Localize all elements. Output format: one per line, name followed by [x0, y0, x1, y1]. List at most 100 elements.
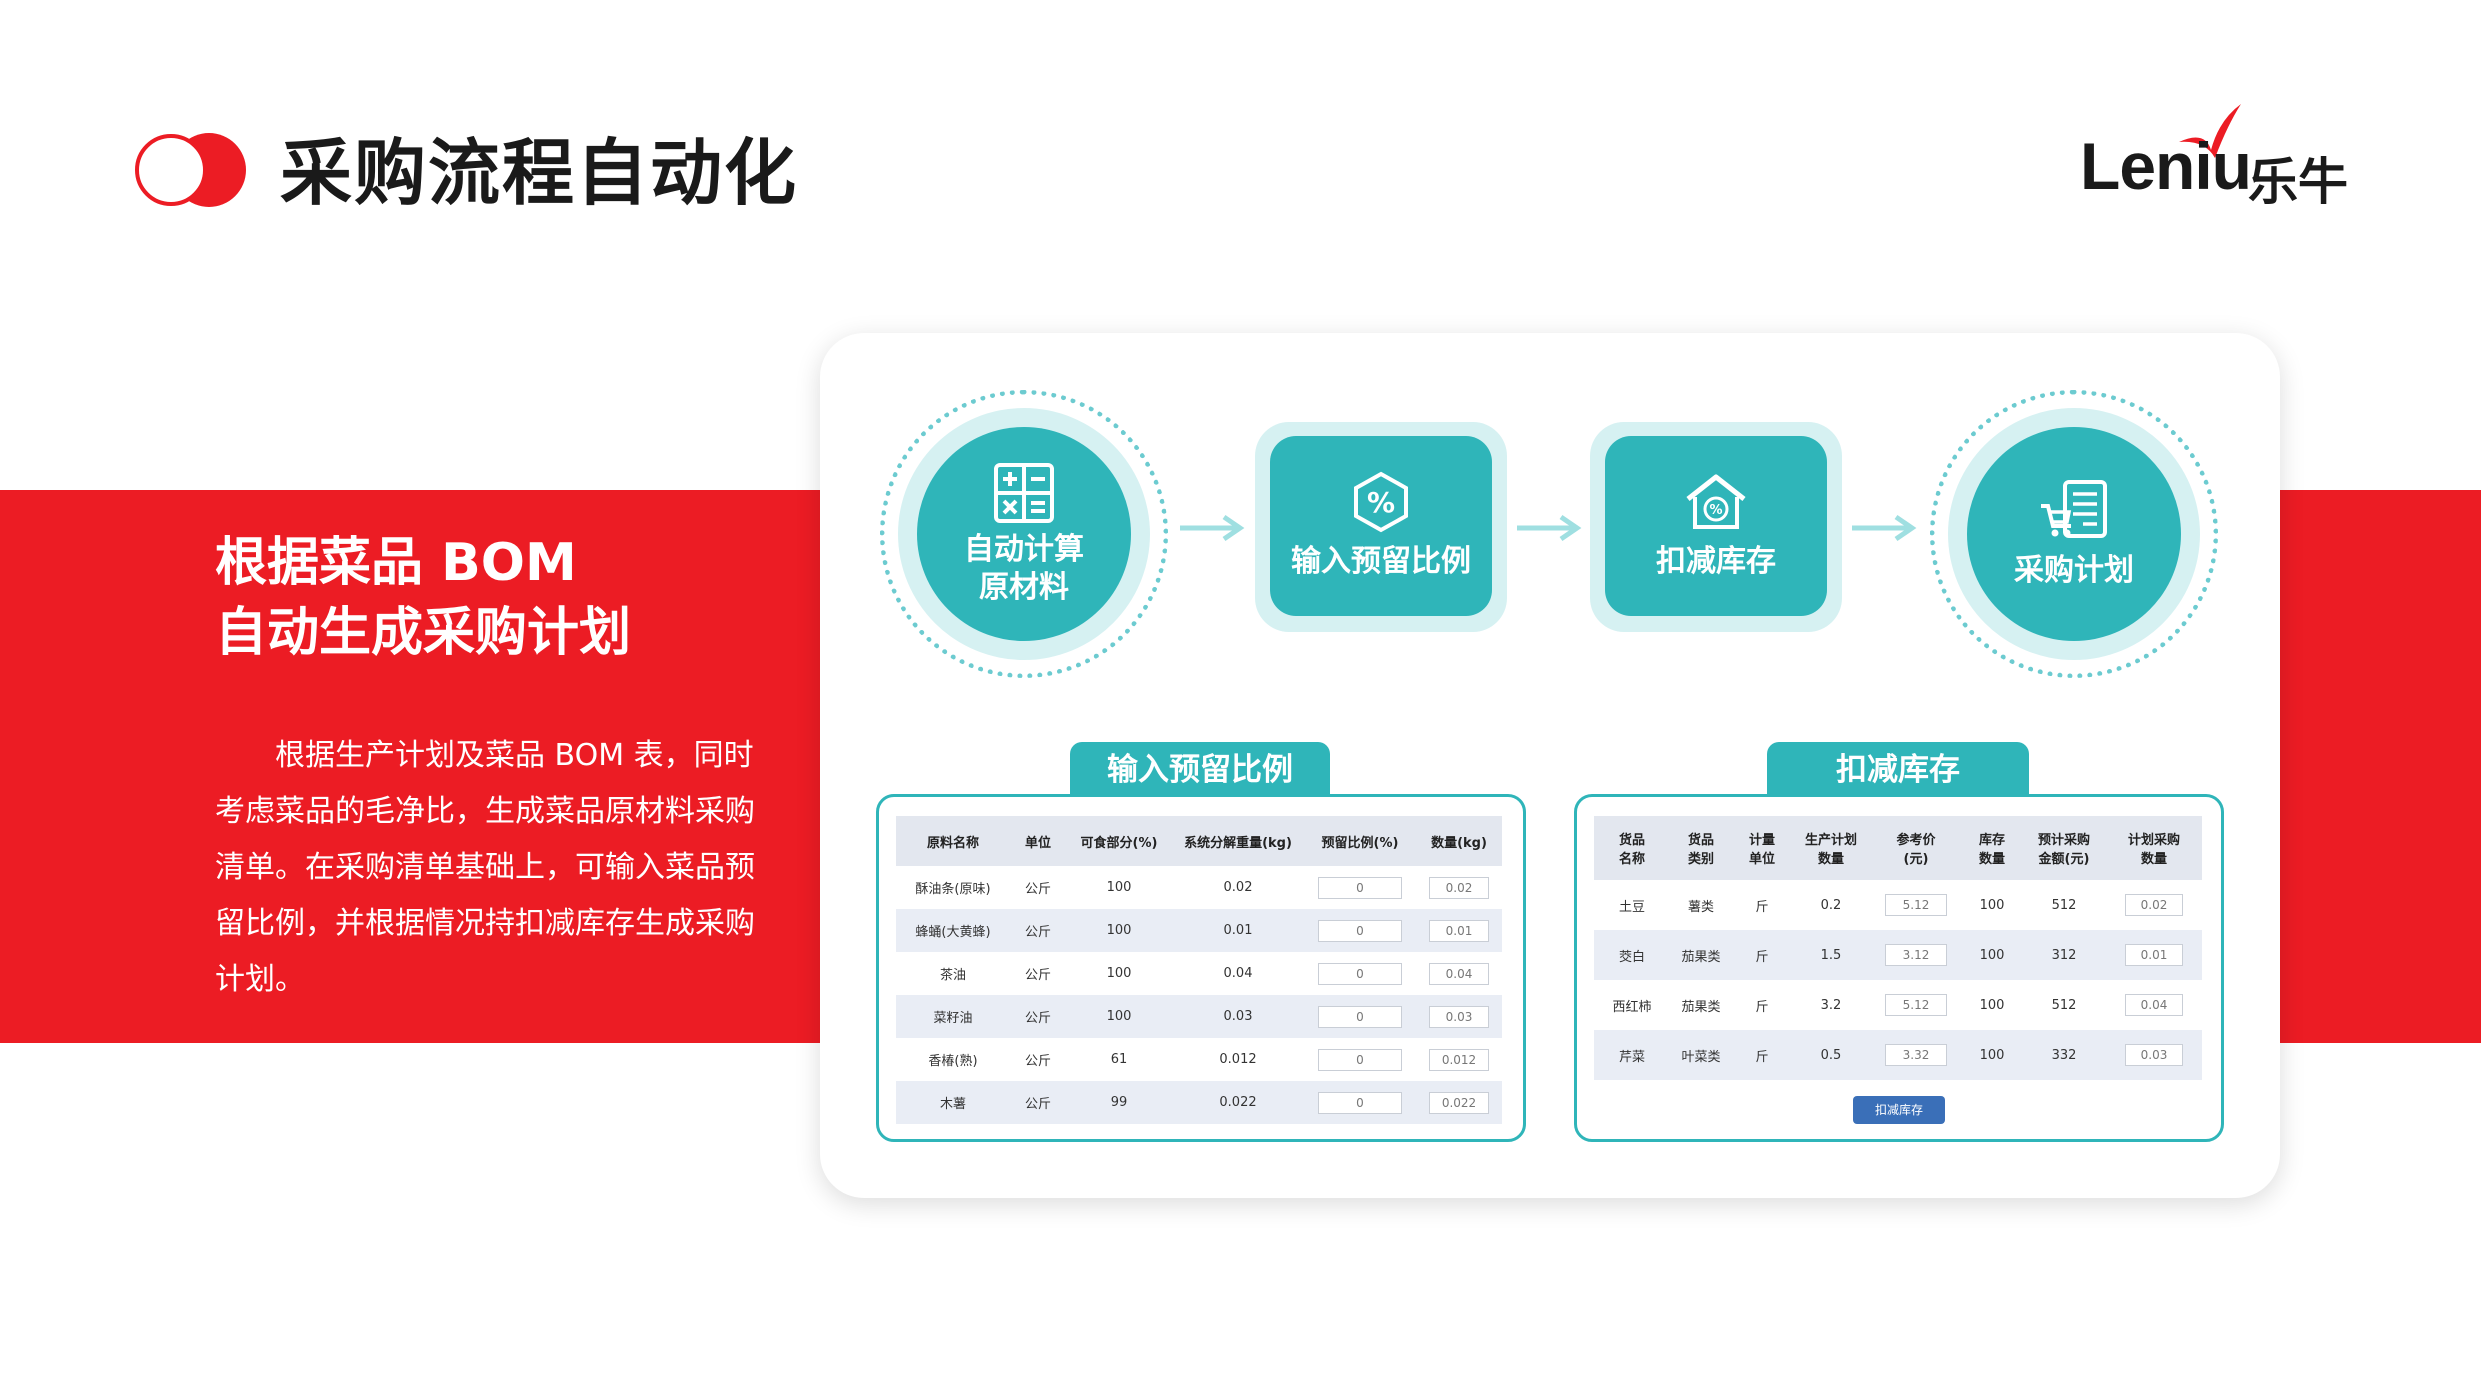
table-row: 西红柿 茄果类 斤 3.2 5.12 100 512 0.04	[1594, 980, 2202, 1030]
col-header: 生产计划 数量	[1792, 816, 1870, 880]
col-header-line: 库存	[1978, 833, 2005, 848]
cell-edible: 100	[1106, 966, 1132, 981]
purchase-input[interactable]: 0.01	[2125, 944, 2183, 966]
purchase-input[interactable]: 0.03	[2125, 1044, 2183, 1066]
reserve-table: 原料名称 单位 可食部分(%) 系统分解重量(kg) 预留比例(%) 数量(kg…	[896, 816, 1502, 1124]
qty-input[interactable]: 0.02	[1429, 876, 1489, 899]
svg-text:%: %	[1367, 486, 1395, 519]
col-header-line: 数量	[1978, 852, 2005, 867]
flow-step-1-label-2: 原材料	[979, 570, 1069, 605]
deduct-stock-button[interactable]: 扣减库存	[1853, 1096, 1945, 1124]
cell-name: 菜籽油	[896, 995, 1010, 1038]
flow-step-2-label: 输入预留比例	[1291, 544, 1471, 579]
percent-icon: %	[1354, 471, 1408, 533]
cell-unit: 公斤	[1010, 909, 1066, 952]
logo-mark-icon	[135, 133, 246, 207]
table-row: 菜籽油 公斤 100 0.03 0 0.03	[896, 995, 1502, 1038]
qty-input[interactable]: 0.04	[1429, 962, 1489, 985]
cell-amount: 512	[2051, 997, 2077, 1013]
ratio-input[interactable]: 0	[1318, 1005, 1402, 1028]
cell-name: 茭白	[1594, 930, 1670, 980]
cell-plan: 3.2	[1820, 997, 1842, 1013]
cell-unit: 公斤	[1010, 1081, 1066, 1124]
table-row: 蜂蛹(大黄蜂) 公斤 100 0.01 0 0.01	[896, 909, 1502, 952]
cell-stock: 100	[1979, 997, 2005, 1013]
col-header: 参考价 (元)	[1870, 816, 1962, 880]
cell-unit: 斤	[1755, 999, 1769, 1015]
col-header-line: 单位	[1748, 852, 1775, 867]
flow-step-3: % 扣减库存	[1605, 436, 1827, 616]
table-row: 茶油 公斤 100 0.04 0 0.04	[896, 952, 1502, 995]
flow-step-3-label: 扣减库存	[1656, 544, 1776, 579]
flow-step-4-label: 采购计划	[2014, 553, 2134, 588]
col-header-line: 计量	[1748, 833, 1775, 848]
col-header-line: 预计采购	[2037, 833, 2090, 848]
price-input[interactable]: 5.12	[1885, 994, 1947, 1016]
cell-unit: 公斤	[1010, 995, 1066, 1038]
cell-unit: 斤	[1732, 1030, 1792, 1080]
cell-weight: 0.012	[1219, 1052, 1257, 1067]
purchase-input[interactable]: 0.04	[2125, 994, 2183, 1016]
qty-input[interactable]: 0.022	[1429, 1091, 1489, 1114]
qty-input[interactable]: 0.01	[1429, 919, 1489, 942]
warehouse-icon: %	[1686, 474, 1746, 529]
cell-name: 酥油条(原味)	[915, 882, 991, 897]
col-header: 系统分解重量(kg)	[1172, 816, 1304, 866]
cell-unit: 斤	[1732, 930, 1792, 980]
intro-heading-line1: 根据菜品 BOM	[215, 533, 577, 593]
qty-input[interactable]: 0.03	[1429, 1005, 1489, 1028]
cell-weight: 0.022	[1172, 1081, 1304, 1124]
cell-unit: 公斤	[1024, 882, 1051, 897]
table-row: 芹菜 叶菜类 斤 0.5 3.32 100 332 0.03	[1594, 1030, 2202, 1080]
cell-unit: 公斤	[1024, 1054, 1051, 1069]
cell-stock: 100	[1962, 1030, 2022, 1080]
qty-input[interactable]: 0.012	[1429, 1048, 1489, 1071]
cell-weight: 0.04	[1223, 966, 1253, 981]
flow-step-4: 采购计划	[1967, 427, 2181, 641]
cell-amount: 332	[2022, 1030, 2106, 1080]
col-header: 原料名称	[896, 816, 1010, 866]
ratio-input[interactable]: 0	[1318, 1091, 1402, 1114]
table-row: 茭白 茄果类 斤 1.5 3.12 100 312 0.01	[1594, 930, 2202, 980]
cell-edible: 99	[1066, 1081, 1172, 1124]
stock-table: 货品 名称 货品 类别 计量单位 生产计划 数量 参考价 (元) 库存数量 预计采购金额…	[1594, 816, 2202, 1080]
cell-weight: 0.01	[1172, 909, 1304, 952]
cell-name: 蜂蛹(大黄蜂)	[896, 909, 1010, 952]
col-header: 计量 单位	[1732, 816, 1792, 880]
col-header: 货品 类别	[1670, 816, 1732, 880]
cell-edible: 61	[1110, 1052, 1128, 1067]
col-header-line: 货品	[1618, 833, 1645, 848]
intro-heading: 根据菜品 BOM 自动生成采购计划	[215, 528, 775, 668]
shopping-list-icon	[2041, 480, 2107, 538]
col-header: 库存 数量	[1962, 816, 2022, 880]
col-header: 单位	[1010, 816, 1066, 866]
ratio-input[interactable]: 0	[1318, 1048, 1402, 1071]
col-header: 货品 名称	[1594, 816, 1670, 880]
col-header-line: 参考价	[1896, 833, 1936, 848]
page-title: 采购流程自动化	[280, 131, 799, 215]
stock-panel-tab[interactable]: 扣减库存	[1767, 742, 2029, 798]
intro-body: 根据生产计划及菜品 BOM 表，同时考虑菜品的毛净比，生成菜品原材料采购清单。在…	[215, 728, 765, 1008]
svg-text:%: %	[1709, 503, 1722, 518]
cell-stock: 100	[1979, 897, 2005, 913]
flow-step-2: % 输入预留比例	[1270, 436, 1492, 616]
table-row: 土豆 薯类 斤 0.2 5.12 100 512 0.02	[1594, 880, 2202, 930]
ratio-input[interactable]: 0	[1318, 962, 1402, 985]
cell-name: 土豆	[1618, 899, 1645, 915]
cell-category: 薯类	[1687, 899, 1714, 915]
reserve-table-header: 原料名称 单位 可食部分(%) 系统分解重量(kg) 预留比例(%) 数量(kg…	[896, 816, 1502, 866]
flow-step-1-label-1: 自动计算	[964, 532, 1084, 567]
cell-amount: 512	[2051, 897, 2077, 913]
purchase-input[interactable]: 0.02	[2125, 894, 2183, 916]
price-input[interactable]: 5.12	[1885, 894, 1947, 916]
price-input[interactable]: 3.32	[1885, 1044, 1947, 1066]
cell-unit: 斤	[1755, 899, 1769, 915]
ratio-input[interactable]: 0	[1318, 876, 1402, 899]
cell-unit: 公斤	[1024, 968, 1051, 983]
price-input[interactable]: 3.12	[1885, 944, 1947, 966]
col-header-line: 金额(元)	[2038, 852, 2090, 867]
stock-table-header: 货品 名称 货品 类别 计量单位 生产计划 数量 参考价 (元) 库存数量 预计采购金额…	[1594, 816, 2202, 880]
ratio-input[interactable]: 0	[1318, 919, 1402, 942]
reserve-panel-tab[interactable]: 输入预留比例	[1070, 742, 1330, 798]
cell-category: 茄果类	[1670, 930, 1732, 980]
